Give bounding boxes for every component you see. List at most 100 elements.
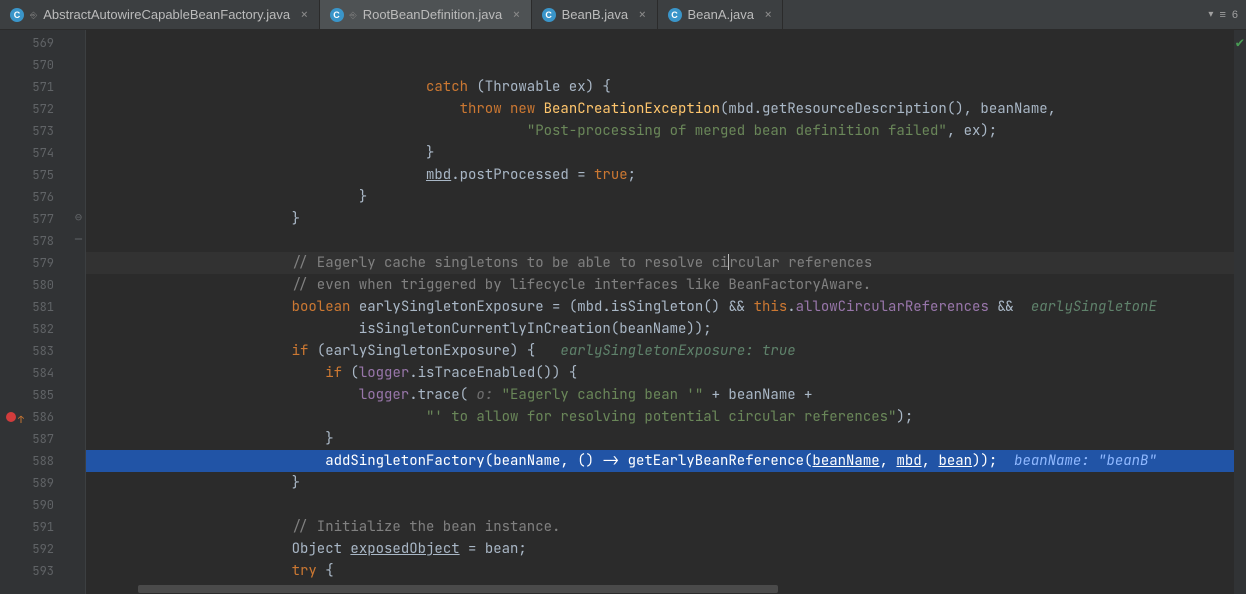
code-content[interactable]: catch (Throwable ex) { throw new BeanCre… [86, 30, 1246, 594]
fold-marker [72, 30, 85, 52]
code-line[interactable]: } [86, 208, 1246, 230]
fold-marker [72, 250, 85, 272]
code-line[interactable] [86, 230, 1246, 252]
fold-gutter: ⊖— [72, 30, 86, 594]
line-number[interactable]: 569 [0, 32, 72, 54]
tab-label: BeanA.java [688, 7, 755, 22]
code-line[interactable]: "' to allow for resolving potential circ… [86, 406, 1246, 428]
tab-label: AbstractAutowireCapableBeanFactory.java [43, 7, 290, 22]
editor-area: 5695705715725735745755765775785795805815… [0, 30, 1246, 594]
line-number[interactable]: 589 [0, 472, 72, 494]
code-line[interactable]: mbd.postProcessed = true; [86, 164, 1246, 186]
fold-marker [72, 184, 85, 206]
fold-marker [72, 382, 85, 404]
line-number[interactable]: 588 [0, 450, 72, 472]
code-line[interactable]: throw new BeanCreationException(mbd.getR… [86, 98, 1246, 120]
code-line[interactable]: isSingletonCurrentlyInCreation(beanName)… [86, 318, 1246, 340]
code-line[interactable]: catch (Throwable ex) { [86, 76, 1246, 98]
fold-marker [72, 448, 85, 470]
class-file-icon: C [668, 8, 682, 22]
fold-marker [72, 96, 85, 118]
fold-marker [72, 514, 85, 536]
fold-marker [72, 294, 85, 316]
editor-tabs: C ⎆ AbstractAutowireCapableBeanFactory.jav… [0, 0, 1246, 30]
line-number-gutter: 5695705715725735745755765775785795805815… [0, 30, 72, 594]
fold-marker[interactable]: — [72, 228, 85, 250]
tab-close-icon[interactable]: × [638, 6, 646, 24]
class-file-icon: C [542, 8, 556, 22]
code-line[interactable]: addSingletonFactory(beanName, () -> getE… [86, 450, 1246, 472]
tabs-overflow[interactable]: ▾ ≡ 6 [1200, 0, 1246, 29]
fold-marker [72, 536, 85, 558]
dropdown-icon: ▾ [1208, 9, 1213, 20]
tab-close-icon[interactable]: × [512, 6, 520, 24]
line-number[interactable]: 584 [0, 362, 72, 384]
code-line[interactable]: try { [86, 560, 1246, 582]
fold-marker [72, 470, 85, 492]
pinned-icon: ⎆ [350, 9, 357, 21]
line-number[interactable]: 571 [0, 76, 72, 98]
fold-marker [72, 360, 85, 382]
tabs-overflow-count: 6 [1232, 9, 1238, 21]
line-number[interactable]: 581 [0, 296, 72, 318]
line-number[interactable]: 575 [0, 164, 72, 186]
fold-marker [72, 492, 85, 514]
code-line[interactable]: if (logger.isTraceEnabled()) { [86, 362, 1246, 384]
code-line[interactable]: } [86, 428, 1246, 450]
class-file-icon: C [10, 8, 24, 22]
code-line[interactable]: boolean earlySingletonExposure = (mbd.is… [86, 296, 1246, 318]
code-line[interactable]: Object exposedObject = bean; [86, 538, 1246, 560]
line-number[interactable]: 577 [0, 208, 72, 230]
tab-1[interactable]: C ⎆ RootBeanDefinition.java × [320, 0, 532, 29]
tab-close-icon[interactable]: × [764, 6, 772, 24]
line-number[interactable]: 590 [0, 494, 72, 516]
code-line[interactable]: } [86, 142, 1246, 164]
line-number[interactable]: 572 [0, 98, 72, 120]
line-number[interactable]: 586 [0, 406, 72, 428]
fold-marker [72, 404, 85, 426]
fold-marker [72, 118, 85, 140]
fold-marker [72, 52, 85, 74]
code-line[interactable]: // Initialize the bean instance. [86, 516, 1246, 538]
horizontal-scrollbar-thumb[interactable] [138, 585, 778, 593]
pinned-icon: ⎆ [30, 9, 37, 21]
line-number[interactable]: 593 [0, 560, 72, 582]
class-file-icon: C [330, 8, 344, 22]
line-number[interactable]: 591 [0, 516, 72, 538]
tab-3[interactable]: C BeanA.java × [658, 0, 784, 29]
hamburger-icon: ≡ [1219, 9, 1225, 21]
fold-marker[interactable]: ⊖ [72, 206, 85, 228]
code-line[interactable]: // even when triggered by lifecycle inte… [86, 274, 1246, 296]
inspection-ok-icon: ✔ [1236, 32, 1244, 54]
line-number[interactable]: 578 [0, 230, 72, 252]
line-number[interactable]: 570 [0, 54, 72, 76]
tab-label: RootBeanDefinition.java [363, 7, 502, 22]
tab-2[interactable]: CBeanB.java× [532, 0, 658, 29]
line-number[interactable]: 576 [0, 186, 72, 208]
horizontal-scrollbar[interactable] [86, 584, 1234, 594]
line-number[interactable]: 580 [0, 274, 72, 296]
code-line[interactable]: "Post-processing of merged bean definiti… [86, 120, 1246, 142]
line-number[interactable]: 587 [0, 428, 72, 450]
code-line[interactable]: // Eagerly cache singletons to be able t… [86, 252, 1246, 274]
right-error-stripe: ✔ [1234, 30, 1246, 594]
line-number[interactable]: 582 [0, 318, 72, 340]
fold-marker [72, 558, 85, 580]
line-number[interactable]: 579 [0, 252, 72, 274]
code-line[interactable] [86, 494, 1246, 516]
line-number[interactable]: 573 [0, 120, 72, 142]
code-line[interactable]: if (earlySingletonExposure) { earlySingl… [86, 340, 1246, 362]
fold-marker [72, 272, 85, 294]
tab-0[interactable]: C ⎆ AbstractAutowireCapableBeanFactory.jav… [0, 0, 320, 29]
line-number[interactable]: 592 [0, 538, 72, 560]
fold-marker [72, 426, 85, 448]
fold-marker [72, 140, 85, 162]
code-line[interactable]: } [86, 186, 1246, 208]
code-line[interactable]: } [86, 472, 1246, 494]
text-caret [728, 254, 729, 270]
line-number[interactable]: 585 [0, 384, 72, 406]
line-number[interactable]: 583 [0, 340, 72, 362]
tab-close-icon[interactable]: × [300, 6, 308, 24]
line-number[interactable]: 574 [0, 142, 72, 164]
code-line[interactable]: logger.trace( o: "Eagerly caching bean '… [86, 384, 1246, 406]
